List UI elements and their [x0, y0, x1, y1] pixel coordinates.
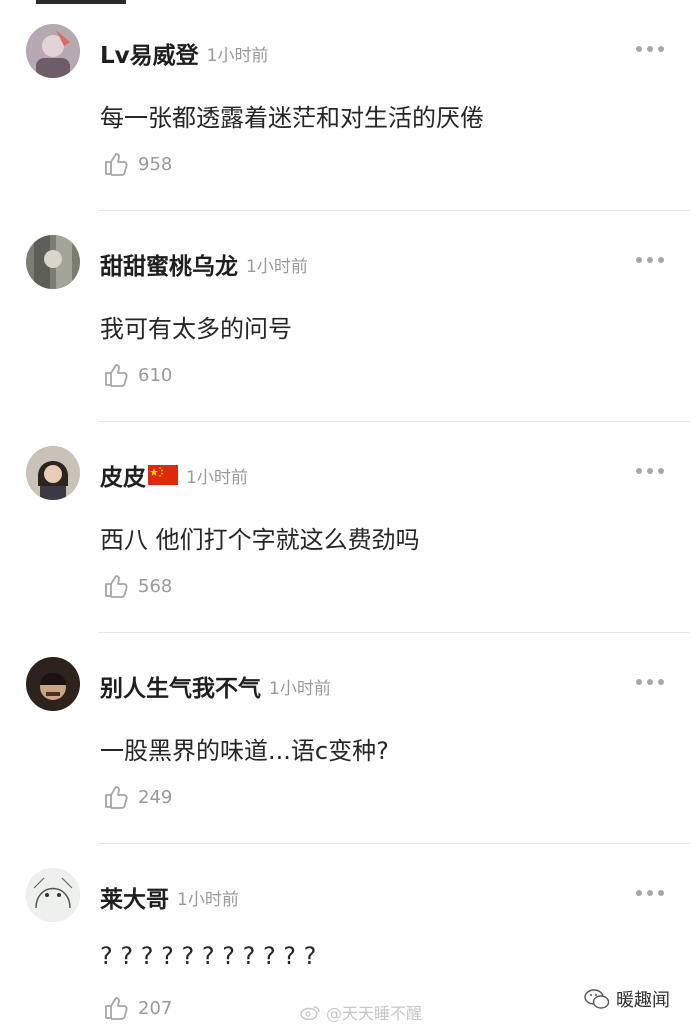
- thumbs-up-icon: [105, 575, 128, 598]
- like-count: 568: [138, 575, 173, 597]
- weibo-logo-icon: [300, 1006, 320, 1020]
- account-watermark: 暖趣闻: [584, 986, 670, 1012]
- avatar[interactable]: [26, 868, 80, 922]
- weibo-watermark: @天天睡不醒: [300, 1000, 422, 1024]
- avatar[interactable]: [26, 446, 80, 500]
- comment-text: 一股黑界的味道...语c变种?: [100, 737, 389, 765]
- comment-text: 我可有太多的问号: [100, 315, 292, 343]
- avatar-image-icon: [26, 235, 80, 289]
- thumbs-up-icon: [105, 786, 128, 809]
- like-button[interactable]: 207: [102, 994, 172, 1022]
- watermark-text: @天天睡不醒: [326, 1004, 423, 1023]
- username-text: 甜甜蜜桃乌龙: [100, 254, 238, 280]
- avatar-image-icon: [26, 868, 80, 922]
- like-count: 249: [138, 786, 173, 808]
- timestamp: 1小时前: [177, 889, 239, 910]
- thumbs-up-icon: [105, 364, 128, 387]
- comment-text: 西八 他们打个字就这么费劲吗: [100, 526, 420, 554]
- avatar-image-icon: [26, 24, 80, 78]
- timestamp: 1小时前: [246, 256, 308, 277]
- comment-item: Lv易威登 1小时前 每一张都透露着迷茫和对生活的厌倦 958: [0, 0, 690, 211]
- more-options-button[interactable]: [636, 677, 664, 687]
- comment-text: 每一张都透露着迷茫和对生活的厌倦: [100, 104, 484, 132]
- like-count: 610: [138, 364, 173, 386]
- like-button[interactable]: 249: [102, 783, 172, 811]
- like-button[interactable]: 610: [102, 361, 172, 389]
- comment-text: ? ? ? ? ? ? ? ? ? ? ?: [100, 942, 317, 970]
- username-text: 莱大哥: [100, 887, 169, 913]
- more-options-button[interactable]: [636, 888, 664, 898]
- timestamp: 1小时前: [186, 467, 248, 488]
- avatar-image-icon: [26, 657, 80, 711]
- username[interactable]: Lv易威登 1小时前: [100, 36, 268, 70]
- username[interactable]: 皮皮 1小时前: [100, 458, 248, 492]
- username[interactable]: 甜甜蜜桃乌龙 1小时前: [100, 247, 308, 281]
- like-count: 958: [138, 153, 173, 175]
- username[interactable]: 别人生气我不气 1小时前: [100, 669, 331, 703]
- thumbs-up-icon: [105, 997, 128, 1020]
- username-text: 别人生气我不气: [100, 676, 261, 702]
- comment-item: 皮皮 1小时前 西八 他们打个字就这么费劲吗 568: [0, 422, 690, 633]
- username-text: 皮皮: [100, 465, 146, 491]
- username-text: Lv易威登: [100, 43, 199, 69]
- wechat-logo-icon: [584, 989, 610, 1009]
- comment-item: 甜甜蜜桃乌龙 1小时前 我可有太多的问号 610: [0, 211, 690, 422]
- avatar[interactable]: [26, 24, 80, 78]
- more-options-button[interactable]: [636, 44, 664, 54]
- username[interactable]: 莱大哥 1小时前: [100, 880, 239, 914]
- like-button[interactable]: 568: [102, 572, 172, 600]
- like-button[interactable]: 958: [102, 150, 172, 178]
- more-options-button[interactable]: [636, 466, 664, 476]
- more-options-button[interactable]: [636, 255, 664, 265]
- timestamp: 1小时前: [269, 678, 331, 699]
- timestamp: 1小时前: [206, 45, 269, 66]
- comment-item: 别人生气我不气 1小时前 一股黑界的味道...语c变种? 249: [0, 633, 690, 844]
- watermark-text: 暖趣闻: [616, 990, 670, 1011]
- thumbs-up-icon: [105, 153, 128, 176]
- avatar[interactable]: [26, 657, 80, 711]
- like-count: 207: [138, 997, 173, 1019]
- avatar-image-icon: [26, 446, 80, 500]
- avatar[interactable]: [26, 235, 80, 289]
- china-flag-icon: [148, 465, 178, 485]
